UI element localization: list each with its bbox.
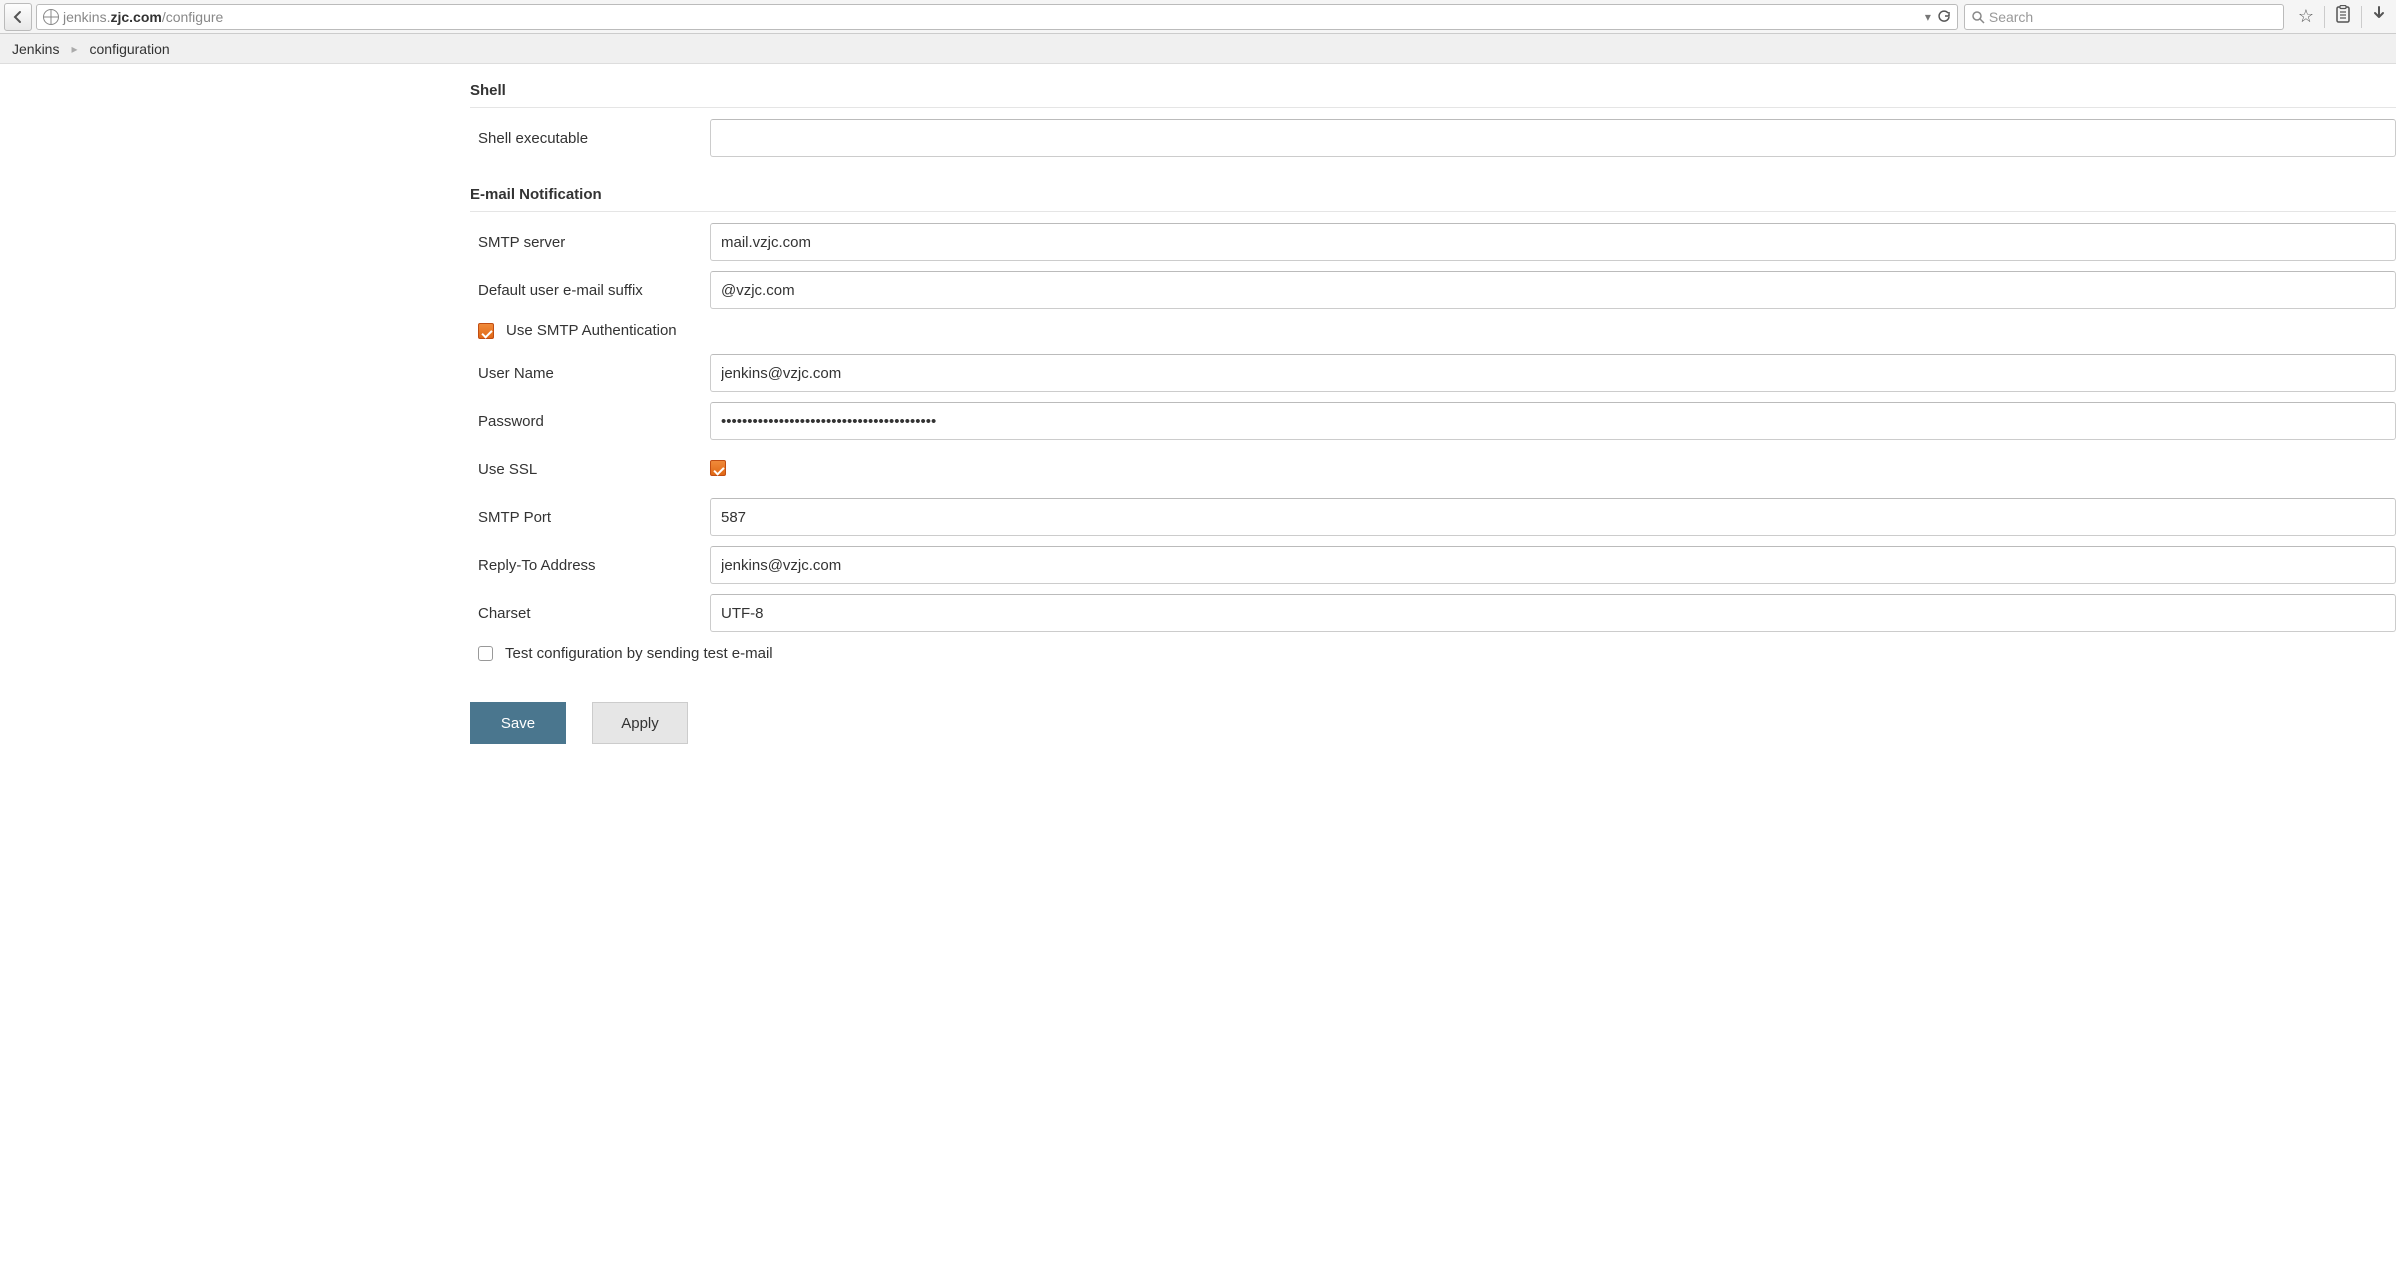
input-password[interactable] bbox=[710, 402, 2396, 440]
breadcrumb-current[interactable]: configuration bbox=[90, 41, 170, 57]
label-reply-to: Reply-To Address bbox=[470, 557, 710, 574]
browser-search-box[interactable]: Search bbox=[1964, 4, 2284, 30]
url-path: /configure bbox=[162, 9, 223, 25]
arrow-left-icon bbox=[11, 10, 25, 24]
checkbox-use-ssl[interactable] bbox=[710, 460, 726, 476]
row-reply-to: Reply-To Address bbox=[470, 541, 2396, 589]
separator bbox=[2324, 6, 2325, 28]
browser-toolbar: jenkins. zjc.com /configure ▾ Search ☆ bbox=[0, 0, 2396, 34]
row-use-smtp-auth: Use SMTP Authentication bbox=[470, 314, 2396, 349]
search-icon bbox=[1971, 10, 1985, 24]
input-email-suffix[interactable] bbox=[710, 271, 2396, 309]
separator bbox=[2361, 6, 2362, 28]
configure-form: Shell Shell executable E-mail Notificati… bbox=[0, 64, 2396, 764]
chevron-right-icon: ▸ bbox=[59, 42, 89, 56]
input-username[interactable] bbox=[710, 354, 2396, 392]
checkbox-use-smtp-auth[interactable] bbox=[478, 323, 494, 339]
label-charset: Charset bbox=[470, 605, 710, 622]
url-subdomain: jenkins. bbox=[63, 9, 110, 25]
label-password: Password bbox=[470, 413, 710, 430]
label-test-config: Test configuration by sending test e-mai… bbox=[505, 645, 773, 662]
button-row: Save Apply bbox=[470, 672, 2396, 764]
row-use-ssl: Use SSL bbox=[470, 445, 2396, 493]
url-domain: zjc.com bbox=[110, 9, 161, 25]
section-email-title: E-mail Notification bbox=[470, 180, 2396, 212]
label-use-ssl: Use SSL bbox=[470, 461, 710, 478]
input-smtp-port[interactable] bbox=[710, 498, 2396, 536]
url-right-controls: ▾ bbox=[1925, 10, 1951, 24]
label-use-smtp-auth: Use SMTP Authentication bbox=[506, 322, 677, 339]
row-smtp-server: SMTP server bbox=[470, 218, 2396, 266]
section-shell-title: Shell bbox=[470, 76, 2396, 108]
label-username: User Name bbox=[470, 365, 710, 382]
breadcrumb-root[interactable]: Jenkins bbox=[12, 41, 59, 57]
input-charset[interactable] bbox=[710, 594, 2396, 632]
globe-icon bbox=[43, 9, 59, 25]
dropdown-caret-icon[interactable]: ▾ bbox=[1925, 10, 1931, 24]
row-email-suffix: Default user e-mail suffix bbox=[470, 266, 2396, 314]
url-bar[interactable]: jenkins. zjc.com /configure ▾ bbox=[36, 4, 1958, 30]
input-shell-executable[interactable] bbox=[710, 119, 2396, 157]
apply-button[interactable]: Apply bbox=[592, 702, 688, 744]
search-placeholder: Search bbox=[1989, 9, 2033, 25]
input-reply-to[interactable] bbox=[710, 546, 2396, 584]
checkbox-test-config[interactable] bbox=[478, 646, 493, 661]
label-email-suffix: Default user e-mail suffix bbox=[470, 282, 710, 299]
row-test-config: Test configuration by sending test e-mai… bbox=[470, 637, 2396, 672]
browser-right-icons: ☆ bbox=[2292, 5, 2392, 28]
row-shell-executable: Shell executable bbox=[470, 114, 2396, 162]
label-smtp-port: SMTP Port bbox=[470, 509, 710, 526]
download-arrow-icon[interactable] bbox=[2372, 6, 2386, 27]
save-button[interactable]: Save bbox=[470, 702, 566, 744]
input-smtp-server[interactable] bbox=[710, 223, 2396, 261]
row-charset: Charset bbox=[470, 589, 2396, 637]
label-shell-executable: Shell executable bbox=[470, 130, 710, 147]
clipboard-icon[interactable] bbox=[2335, 5, 2351, 28]
row-username: User Name bbox=[470, 349, 2396, 397]
row-password: Password bbox=[470, 397, 2396, 445]
back-button[interactable] bbox=[4, 3, 32, 31]
breadcrumb: Jenkins ▸ configuration bbox=[0, 34, 2396, 64]
bookmark-star-icon[interactable]: ☆ bbox=[2298, 6, 2314, 27]
reload-icon[interactable] bbox=[1937, 10, 1951, 24]
label-smtp-server: SMTP server bbox=[470, 234, 710, 251]
row-smtp-port: SMTP Port bbox=[470, 493, 2396, 541]
